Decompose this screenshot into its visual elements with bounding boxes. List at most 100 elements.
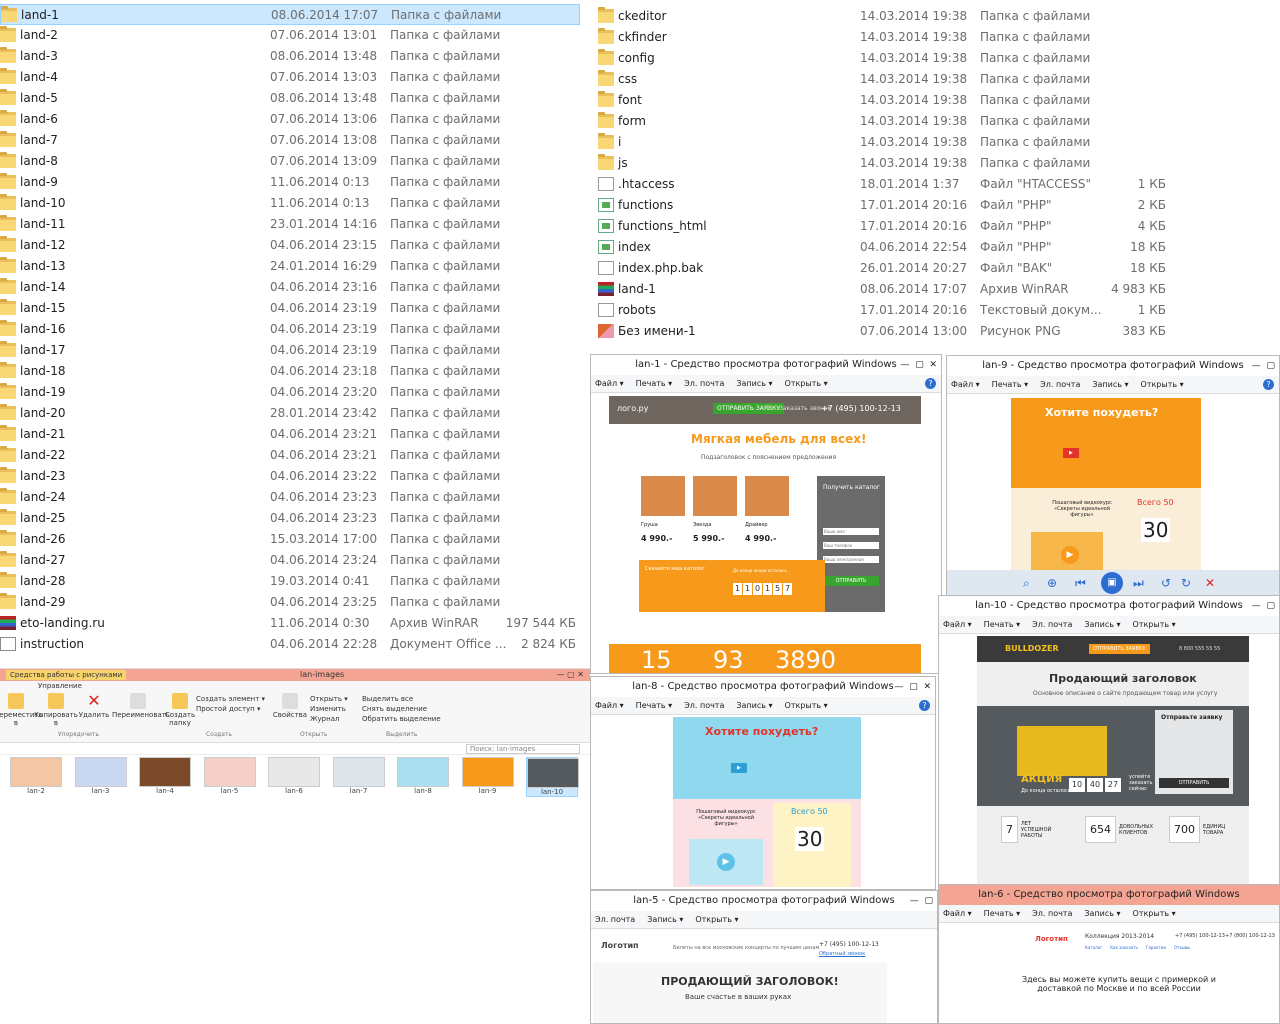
viewer-menu-item[interactable]: Эл. почта xyxy=(595,915,635,924)
address-bar[interactable]: Поиск: lan-images xyxy=(0,743,590,755)
file-row[interactable]: instruction 04.06.2014 22:28 Документ Offi… xyxy=(0,634,580,655)
viewer-menu-item[interactable]: Файл ▾ xyxy=(943,620,972,629)
lp-callback-link[interactable]: Обратный звонок xyxy=(819,951,865,957)
play-icon[interactable]: ▶ xyxy=(717,853,735,871)
viewer-menu-item[interactable]: Печать ▾ xyxy=(984,909,1021,918)
viewer-menu-item[interactable]: Запись ▾ xyxy=(1084,909,1120,918)
move-to-button[interactable]: Переместить в xyxy=(0,693,43,727)
viewer-menu-item[interactable]: Печать ▾ xyxy=(636,379,673,388)
viewer-menu-item[interactable]: Открыть ▾ xyxy=(1133,620,1176,629)
file-row[interactable]: land-10 11.06.2014 0:13 Папка с файлами xyxy=(0,193,580,214)
help-icon[interactable]: ? xyxy=(919,700,930,711)
thumbnail-item[interactable]: lan-2 xyxy=(10,757,62,797)
viewer-menu-item[interactable]: Запись ▾ xyxy=(1092,380,1128,389)
file-row[interactable]: land-5 08.06.2014 13:48 Папка с файлами xyxy=(0,88,580,109)
file-row[interactable]: index 04.06.2014 22:54 Файл "PHP" 18 КБ xyxy=(598,237,1278,258)
window-controls[interactable]: — ▢ ✕ xyxy=(895,677,932,697)
file-row[interactable]: land-25 04.06.2014 23:23 Папка с файлами xyxy=(0,508,580,529)
file-row[interactable]: land-17 04.06.2014 23:19 Папка с файлами xyxy=(0,340,580,361)
file-row[interactable]: i 14.03.2014 19:38 Папка с файлами xyxy=(598,132,1278,153)
play-icon[interactable]: ▶ xyxy=(1061,546,1079,564)
file-row[interactable]: land-6 07.06.2014 13:06 Папка с файлами xyxy=(0,109,580,130)
file-row[interactable]: index.php.bak 26.01.2014 20:27 Файл "BAK" 1… xyxy=(598,258,1278,279)
file-row[interactable]: land-18 04.06.2014 23:18 Папка с файлами xyxy=(0,361,580,382)
viewer-menu-item[interactable]: Открыть ▾ xyxy=(785,379,828,388)
slideshow-icon[interactable]: ▣ xyxy=(1101,572,1123,594)
thumbnail-item[interactable]: lan-10 xyxy=(526,757,579,797)
file-row[interactable]: robots 17.01.2014 20:16 Текстовый докум...… xyxy=(598,300,1278,321)
rotate-left-icon[interactable]: ↺ xyxy=(1161,576,1171,590)
rotate-right-icon[interactable]: ↻ xyxy=(1181,576,1191,590)
select-all-button[interactable]: Выделить все xyxy=(362,695,413,703)
viewer-menu-item[interactable]: Эл. почта xyxy=(684,701,724,710)
file-row[interactable]: font 14.03.2014 19:38 Папка с файлами xyxy=(598,90,1278,111)
rename-button[interactable]: Переименовать xyxy=(112,693,170,719)
file-row[interactable]: land-15 04.06.2014 23:19 Папка с файлами xyxy=(0,298,580,319)
picture-tools-tab[interactable]: Средства работы с рисунками xyxy=(6,670,127,680)
file-row[interactable]: ckeditor 14.03.2014 19:38 Папка с файлами xyxy=(598,6,1278,27)
lp-cta-button[interactable]: ▶ xyxy=(1063,448,1079,458)
properties-button[interactable]: Свойства xyxy=(268,693,312,719)
file-row[interactable]: ckfinder 14.03.2014 19:38 Папка с файлами xyxy=(598,27,1278,48)
file-row[interactable]: land-16 04.06.2014 23:19 Папка с файлами xyxy=(0,319,580,340)
lp-form-button[interactable]: ОТПРАВИТЬ xyxy=(1159,778,1229,788)
file-row[interactable]: functions 17.01.2014 20:16 Файл "PHP" 2 КБ xyxy=(598,195,1278,216)
viewer-menu-item[interactable]: Файл ▾ xyxy=(943,909,972,918)
file-row[interactable]: js 14.03.2014 19:38 Папка с файлами xyxy=(598,153,1278,174)
delete-icon[interactable]: ✕ xyxy=(1205,576,1215,590)
lp-cta-button[interactable]: ОТПРАВИТЬ ЗАЯВКУ xyxy=(713,403,785,414)
file-row[interactable]: land-1 08.06.2014 17:07 Архив WinRAR 4 983 … xyxy=(598,279,1278,300)
file-row[interactable]: land-3 08.06.2014 13:48 Папка с файлами xyxy=(0,46,580,67)
history-button[interactable]: Журнал xyxy=(310,715,339,723)
viewer-menu-item[interactable]: Запись ▾ xyxy=(736,379,772,388)
file-row[interactable]: land-28 19.03.2014 0:41 Папка с файлами xyxy=(0,571,580,592)
viewer-menu-item[interactable]: Файл ▾ xyxy=(595,379,624,388)
invert-selection-button[interactable]: Обратить выделение xyxy=(362,715,441,723)
lp-form-field[interactable]: Ваше имя xyxy=(823,528,879,535)
file-row[interactable]: .htaccess 18.01.2014 1:37 Файл "HTACCESS" 1… xyxy=(598,174,1278,195)
lp-form-button[interactable]: ОТПРАВИТЬ xyxy=(823,576,879,586)
thumbnail-item[interactable]: lan-5 xyxy=(203,757,256,797)
file-row[interactable]: Без имени-1 07.06.2014 13:00 Рисунок PNG 38… xyxy=(598,321,1278,342)
file-row[interactable]: css 14.03.2014 19:38 Папка с файлами xyxy=(598,69,1278,90)
window-controls[interactable]: — ▢ xyxy=(910,891,933,911)
easy-access-button[interactable]: Простой доступ ▾ xyxy=(196,705,260,713)
file-row[interactable]: land-11 23.01.2014 14:16 Папка с файлами xyxy=(0,214,580,235)
viewer-menu-item[interactable]: Открыть ▾ xyxy=(1133,909,1176,918)
manage-tab[interactable]: Управление xyxy=(38,682,82,690)
zoom-icon[interactable]: ⌕ xyxy=(1023,576,1030,591)
file-row[interactable]: form 14.03.2014 19:38 Папка с файлами xyxy=(598,111,1278,132)
file-row[interactable]: land-8 07.06.2014 13:09 Папка с файлами xyxy=(0,151,580,172)
file-row[interactable]: land-23 04.06.2014 23:22 Папка с файлами xyxy=(0,466,580,487)
next-icon[interactable]: ⏭ xyxy=(1133,576,1144,591)
thumbnail-item[interactable]: lan-7 xyxy=(332,757,385,797)
lp-nav-item[interactable]: Отзывы xyxy=(1174,945,1190,950)
previous-icon[interactable]: ⏮ xyxy=(1075,576,1086,591)
viewer-menu-item[interactable]: Запись ▾ xyxy=(736,701,772,710)
open-button[interactable]: Открыть ▾ xyxy=(310,695,348,703)
viewer-menu-item[interactable]: Эл. почта xyxy=(1040,380,1080,389)
viewer-menu-item[interactable]: Эл. почта xyxy=(684,379,724,388)
viewer-menu-item[interactable]: Открыть ▾ xyxy=(785,701,828,710)
file-row[interactable]: land-21 04.06.2014 23:21 Папка с файлами xyxy=(0,424,580,445)
search-input[interactable]: Поиск: lan-images xyxy=(466,744,580,754)
file-row[interactable]: land-13 24.01.2014 16:29 Папка с файлами xyxy=(0,256,580,277)
window-controls[interactable]: — ▢ xyxy=(1252,356,1275,376)
viewer-menu-item[interactable]: Запись ▾ xyxy=(1084,620,1120,629)
lp-nav-item[interactable]: Как заказать xyxy=(1110,945,1138,950)
file-row[interactable]: land-29 04.06.2014 23:25 Папка с файлами xyxy=(0,592,580,613)
actual-size-icon[interactable]: ⊕ xyxy=(1047,576,1057,590)
thumbnail-item[interactable]: lan-4 xyxy=(139,757,191,797)
file-row[interactable]: config 14.03.2014 19:38 Папка с файлами xyxy=(598,48,1278,69)
file-row[interactable]: land-26 15.03.2014 17:00 Папка с файлами xyxy=(0,529,580,550)
help-icon[interactable]: ? xyxy=(925,378,936,389)
file-row[interactable]: land-2 07.06.2014 13:01 Папка с файлами xyxy=(0,25,580,46)
file-row[interactable]: land-1 08.06.2014 17:07 Папка с файлами xyxy=(0,4,580,25)
file-row[interactable]: land-9 11.06.2014 0:13 Папка с файлами xyxy=(0,172,580,193)
viewer-menu-item[interactable]: Запись ▾ xyxy=(647,915,683,924)
lp-form-field[interactable]: Ваш телефон xyxy=(823,542,879,549)
viewer-menu-item[interactable]: Печать ▾ xyxy=(984,620,1021,629)
viewer-menu-item[interactable]: Эл. почта xyxy=(1032,909,1072,918)
thumbnail-item[interactable]: lan-8 xyxy=(397,757,449,797)
viewer-menu-item[interactable]: Файл ▾ xyxy=(595,701,624,710)
